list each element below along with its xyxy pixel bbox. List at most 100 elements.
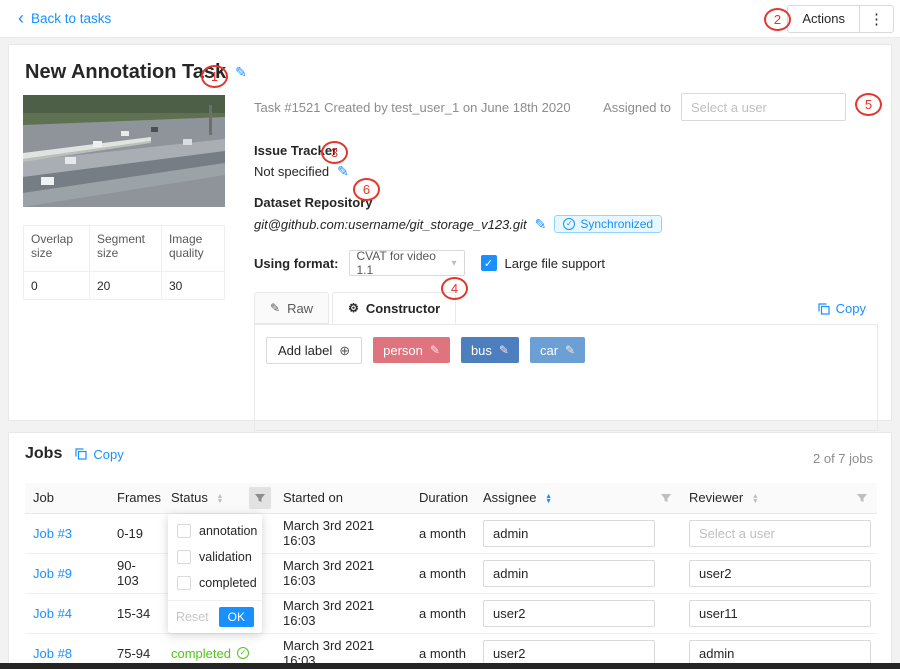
edit-issue-tracker-icon[interactable]: ✎ [337, 163, 349, 180]
filter-option-validation[interactable]: validation [168, 544, 262, 570]
jobs-count: 2 of 7 jobs [813, 451, 873, 466]
col-frames: Frames [109, 483, 163, 513]
chevron-down-icon: ▾ [451, 258, 456, 269]
filter-option-label: annotation [199, 524, 257, 538]
job-link[interactable]: Job #9 [33, 566, 72, 581]
repository-url: git@github.com:username/git_storage_v123… [254, 217, 527, 232]
large-file-support-checkbox[interactable]: ✓ [481, 255, 497, 271]
add-label-button[interactable]: Add label ⊕ [266, 337, 362, 364]
col-reviewer-label: Reviewer [689, 490, 743, 505]
job-link[interactable]: Job #8 [33, 646, 72, 661]
issue-tracker-value: Not specified [254, 164, 329, 179]
format-select[interactable]: CVAT for video 1.1 ▾ [349, 250, 465, 276]
job-link[interactable]: Job #3 [33, 526, 72, 541]
annotation-circle-3: 3 [321, 141, 348, 164]
checkbox-validation[interactable] [177, 550, 191, 564]
col-started: Started on [275, 483, 411, 513]
job-frames: 90-103 [109, 553, 163, 593]
copy-jobs-label: Copy [93, 447, 123, 462]
job-reviewer-input[interactable] [689, 560, 871, 587]
job-assignee-input[interactable] [483, 600, 655, 627]
add-label-text: Add label [278, 343, 332, 358]
copy-icon [75, 448, 87, 460]
param-header-quality: Image quality [161, 226, 224, 272]
label-chip-bus-name: bus [471, 343, 492, 358]
filter-option-label: validation [199, 550, 252, 564]
label-chip-bus[interactable]: bus ✎ [461, 337, 519, 363]
annotation-circle-1: 1 [201, 65, 228, 88]
job-assignee-input[interactable] [483, 520, 655, 547]
checkbox-annotation[interactable] [177, 524, 191, 538]
jobs-table-header-row: Job Frames Status ▲▼ Started on Duration… [25, 483, 877, 513]
filter-option-label: completed [199, 576, 257, 590]
reviewer-filter-icon[interactable] [851, 487, 873, 509]
assignee-filter-icon[interactable] [655, 487, 677, 509]
job-duration: a month [411, 593, 475, 633]
assignee-input[interactable] [681, 93, 846, 121]
build-icon: ⚙ [348, 301, 359, 315]
filter-reset-button[interactable]: Reset [176, 610, 209, 624]
copy-labels-label: Copy [836, 301, 866, 316]
job-reviewer-input[interactable] [689, 520, 871, 547]
large-file-support-group: ✓ Large file support [481, 255, 605, 271]
copy-jobs-button[interactable]: Copy [75, 447, 123, 462]
tab-raw[interactable]: ✎ Raw [254, 292, 329, 324]
annotation-circle-6: 6 [353, 178, 380, 201]
tab-constructor[interactable]: ⚙ Constructor [332, 292, 456, 324]
export-format-row: Using format: CVAT for video 1.1 ▾ ✓ Lar… [254, 250, 878, 276]
edit-label-icon[interactable]: ✎ [430, 343, 440, 357]
sync-check-icon: ✓ [563, 218, 575, 230]
task-meta-text: Task #1521 Created by test_user_1 on Jun… [254, 100, 571, 115]
dataset-repository-label: Dataset Repository [254, 195, 878, 210]
label-chip-person[interactable]: person ✎ [373, 337, 450, 363]
job-duration: a month [411, 513, 475, 553]
status-filter-icon[interactable] [249, 487, 271, 509]
label-chip-car[interactable]: car ✎ [530, 337, 585, 363]
kebab-menu-icon[interactable]: ⋮ [860, 10, 893, 28]
edit-repository-icon[interactable]: ✎ [535, 216, 547, 233]
col-duration: Duration [411, 483, 475, 513]
col-job: Job [25, 483, 109, 513]
dataset-repository-block: Dataset Repository git@github.com:userna… [254, 195, 878, 233]
edit-label-icon[interactable]: ✎ [565, 343, 575, 357]
large-file-support-label: Large file support [505, 256, 605, 271]
copy-icon [818, 303, 830, 315]
check-circle-icon: ✓ [237, 647, 249, 659]
assigned-to-group: Assigned to [603, 93, 846, 121]
label-chip-car-name: car [540, 343, 558, 358]
back-to-tasks-link[interactable]: ‹ Back to tasks [18, 11, 111, 27]
tab-raw-label: Raw [287, 301, 313, 316]
job-started: March 3rd 2021 16:03 [275, 593, 411, 633]
reviewer-sort-button[interactable]: ▲▼ [752, 494, 759, 504]
copy-labels-button[interactable]: Copy [818, 301, 866, 316]
assignee-sort-button[interactable]: ▲▼ [545, 494, 552, 504]
jobs-header: Jobs Copy [25, 445, 124, 463]
job-duration: a month [411, 553, 475, 593]
bottom-bar [0, 663, 900, 669]
sync-status-badge: ✓ Synchronized [554, 215, 662, 233]
job-link[interactable]: Job #4 [33, 606, 72, 621]
actions-label: Actions [788, 11, 859, 26]
filter-option-annotation[interactable]: annotation [168, 518, 262, 544]
status-sort-button[interactable]: ▲▼ [216, 494, 223, 504]
col-status-label: Status [171, 490, 208, 505]
job-assignee-input[interactable] [483, 560, 655, 587]
labels-tabs: ✎ Raw ⚙ Constructor Copy [254, 292, 878, 325]
filter-option-completed[interactable]: completed [168, 570, 262, 596]
param-value-segment: 20 [89, 272, 161, 300]
edit-label-icon[interactable]: ✎ [499, 343, 509, 357]
job-reviewer-input[interactable] [689, 600, 871, 627]
jobs-card: Jobs Copy 2 of 7 jobs Job Frames Status [8, 432, 892, 669]
annotation-circle-2: 2 [764, 8, 791, 31]
edit-title-icon[interactable]: ✎ [235, 64, 247, 81]
filter-ok-button[interactable]: OK [219, 607, 254, 627]
actions-button[interactable]: Actions ⋮ [787, 5, 894, 33]
task-info-column: Task #1521 Created by test_user_1 on Jun… [254, 93, 878, 431]
format-select-value: CVAT for video 1.1 [357, 249, 452, 277]
param-header-overlap: Overlap size [24, 226, 90, 272]
plus-circle-icon: ⊕ [339, 343, 350, 359]
sync-status-label: Synchronized [580, 217, 653, 231]
checkbox-completed[interactable] [177, 576, 191, 590]
assigned-to-label: Assigned to [603, 100, 671, 115]
job-started: March 3rd 2021 16:03 [275, 513, 411, 553]
